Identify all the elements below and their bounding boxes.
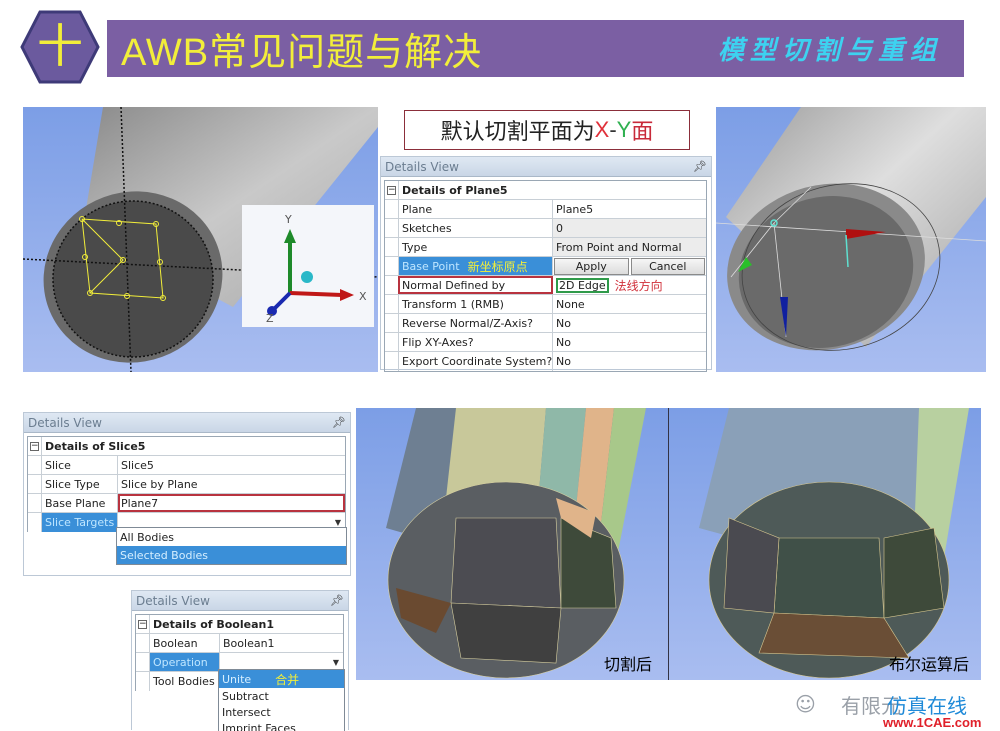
table-row-normal-defined-by[interactable]: Normal Defined by 2D Edge 法线方向 [385,276,706,295]
table-row[interactable]: Sketches 0 [385,219,706,238]
normal-value[interactable]: 2D Edge [556,277,609,293]
after-slice-viewport[interactable]: 切割后 [356,408,668,680]
x-axis-label: X [359,290,367,303]
table-row[interactable]: Export Coordinate System? No [385,352,706,371]
z-axis-arrow [272,291,292,311]
dropdown-option-selected[interactable]: Selected Bodies [117,546,346,564]
panel-header: Details View 📌︎ [24,413,350,433]
pin-icon[interactable]: 📌︎ [693,160,707,173]
chapter-badge: 十 [20,10,100,84]
apply-button[interactable]: Apply [554,257,629,275]
x-axis-arrow [289,291,343,297]
title-bar: AWB常见问题与解决 模型切割与重组 [107,20,964,77]
table-row[interactable]: Plane Plane5 [385,200,706,219]
slice-details-grid: − Details of Slice5 Slice Slice5 Slice T… [27,436,346,532]
operation-dropdown: Unite 合并 Subtract Intersect Imprint Face… [218,669,345,731]
cancel-button[interactable]: Cancel [630,257,705,275]
normal-viewport[interactable] [716,107,986,372]
y-axis-label: Y [284,213,292,226]
table-row[interactable]: Type From Point and Normal [385,238,706,257]
dropdown-option[interactable]: Subtract [219,688,344,704]
table-row[interactable]: Reverse Normal/Z-Axis? No [385,314,706,333]
table-row[interactable]: Slice Type Slice by Plane [28,475,345,494]
page-subtitle: 模型切割与重组 [717,36,942,66]
coordinate-triad: Y X Z [242,205,374,327]
table-row[interactable]: Flip XY-Axes? No [385,333,706,352]
cylinder-normal-model [716,107,986,351]
table-row[interactable]: Slice Slice5 [28,456,345,475]
pin-icon[interactable]: 📌︎ [330,594,344,607]
table-row[interactable]: Boolean Boolean1 [136,634,343,653]
chevron-down-icon[interactable]: ▼ [329,655,343,670]
table-row-base-point[interactable]: Base Point 新坐标原点 Apply Cancel [385,257,706,276]
boolean-cylinder-model: 布尔运算后 [699,408,969,679]
dropdown-option-selected[interactable]: Unite 合并 [219,670,344,688]
collapse-icon[interactable]: − [138,619,147,629]
slice-details-panel: Details View 📌︎ − Details of Slice5 Slic… [23,412,351,576]
sliced-cylinder-model: 切割后 [386,408,652,679]
dropdown-option[interactable]: All Bodies [117,528,346,546]
normal-annotation: 法线方向 [614,278,663,293]
table-row[interactable]: Transform 1 (RMB) None [385,295,706,314]
dropdown-option[interactable]: Imprint Faces [219,720,344,731]
watermark: ☺ 有限元 仿真在线 www.1CAE.com [795,692,982,730]
section-header[interactable]: − Details of Plane5 [385,181,706,200]
collapse-icon[interactable]: − [30,441,39,451]
after-slice-label: 切割后 [604,655,652,674]
panel-header: Details View 📌︎ [132,591,348,611]
plane-details-grid: − Details of Plane5 Plane Plane5 Sketche… [384,180,707,372]
panel-header: Details View 📌︎ [381,157,711,177]
slice-targets-dropdown: All Bodies Selected Bodies [116,527,347,565]
wechat-icon: ☺ [795,692,816,716]
after-boolean-label: 布尔运算后 [889,655,969,674]
origin-sphere [301,271,313,283]
section-header[interactable]: − Details of Boolean1 [136,615,343,634]
z-axis-label: Z [266,312,274,325]
collapse-icon[interactable]: − [387,185,396,195]
pin-icon[interactable]: 📌︎ [332,416,346,429]
dropdown-option[interactable]: Intersect [219,704,344,720]
unite-annotation: 合并 [275,672,300,687]
chapter-number: 十 [37,19,83,73]
section-header[interactable]: − Details of Slice5 [28,437,345,456]
boolean-details-panel: Details View 📌︎ − Details of Boolean1 Bo… [131,590,349,731]
default-plane-callout: 默认切割平面为 X - Y 面 [404,110,690,150]
plane-details-panel: Details View 📌︎ − Details of Plane5 Plan… [380,156,712,372]
page-title: AWB常见问题与解决 [121,32,483,74]
table-row-base-plane[interactable]: Base Plane Plane7 [28,494,345,513]
origin-annotation: 新坐标原点 [467,259,528,274]
after-boolean-viewport[interactable]: 布尔运算后 [669,408,981,680]
